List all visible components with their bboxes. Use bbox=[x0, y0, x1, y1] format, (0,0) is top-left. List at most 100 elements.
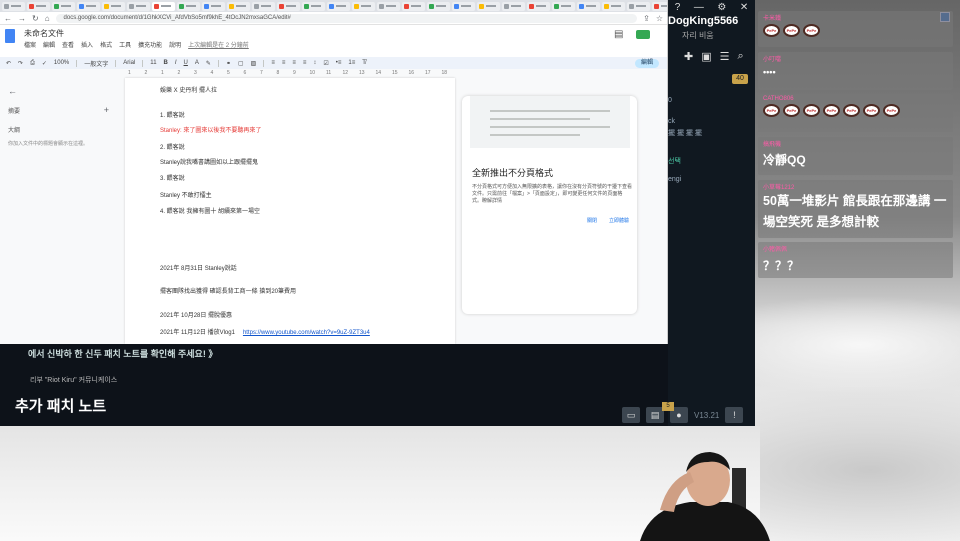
menu-tools[interactable]: 工具 bbox=[119, 40, 131, 49]
reload-icon[interactable]: ↻ bbox=[32, 14, 39, 23]
font-select[interactable]: Arial bbox=[123, 60, 135, 66]
add-friend-icon[interactable]: ✚ bbox=[684, 50, 693, 63]
doc-line[interactable]: Stanley: 來了圖來以後我不要聽再來了 bbox=[160, 125, 261, 134]
settings-icon[interactable]: ⚙ bbox=[717, 2, 726, 13]
add-summary-icon[interactable]: + bbox=[104, 105, 109, 115]
minimize-icon[interactable]: — bbox=[694, 2, 704, 13]
browser-tab[interactable] bbox=[127, 1, 150, 11]
checklist-icon[interactable]: ☑ bbox=[323, 60, 328, 67]
align-center-icon[interactable]: ≡ bbox=[282, 60, 286, 66]
clear-format-icon[interactable]: T̸ bbox=[362, 60, 366, 66]
menu-edit[interactable]: 編輯 bbox=[43, 40, 55, 49]
youtube-link[interactable]: https://www.youtube.com/watch?v=9uZ-9ZT3… bbox=[243, 330, 370, 336]
doc-line[interactable]: 2021年 11月12日 播放Vlog1 https://www.youtube.… bbox=[160, 327, 370, 336]
browser-tab[interactable] bbox=[527, 1, 550, 11]
menu-insert[interactable]: 插入 bbox=[81, 40, 93, 49]
help-icon[interactable]: ? bbox=[675, 2, 681, 13]
menu-extensions[interactable]: 擴充功能 bbox=[138, 40, 162, 49]
client-username[interactable]: DogKing5566 bbox=[668, 15, 755, 27]
doc-line[interactable]: Stanley 不敢打擂主 bbox=[160, 190, 212, 199]
browser-tab[interactable] bbox=[177, 1, 200, 11]
forward-icon[interactable]: → bbox=[18, 14, 26, 23]
italic-icon[interactable]: I bbox=[175, 60, 177, 66]
redo-icon[interactable]: ↷ bbox=[18, 60, 23, 67]
bookmark-star-icon[interactable]: ☆ bbox=[656, 14, 663, 23]
browser-tab[interactable] bbox=[252, 1, 275, 11]
comment-icon[interactable]: ▢ bbox=[238, 60, 244, 67]
browser-tab[interactable] bbox=[577, 1, 600, 11]
line-spacing-icon[interactable]: ↕ bbox=[313, 60, 316, 66]
font-size-input[interactable]: 11 bbox=[150, 60, 156, 66]
patch-headline[interactable]: 에서 신박하 한 신두 패치 노트를 확인해 주세요! 》 bbox=[28, 347, 217, 360]
browser-tab[interactable] bbox=[452, 1, 475, 11]
share-icon[interactable]: ⇪ bbox=[643, 14, 650, 23]
browser-tab[interactable] bbox=[602, 1, 625, 11]
zoom-select[interactable]: 100% bbox=[54, 60, 69, 66]
menu-format[interactable]: 格式 bbox=[100, 40, 112, 49]
align-right-icon[interactable]: ≡ bbox=[292, 60, 296, 66]
browser-tab[interactable] bbox=[552, 1, 575, 11]
browser-tab[interactable] bbox=[427, 1, 450, 11]
meet-icon[interactable] bbox=[636, 30, 650, 39]
align-left-icon[interactable]: ≡ bbox=[271, 60, 275, 66]
search-icon[interactable]: ⌕ bbox=[738, 50, 744, 63]
doc-line[interactable]: 4. 餵客說 我擁有圖十 胡續來第一場空 bbox=[160, 206, 260, 215]
browser-tab[interactable] bbox=[477, 1, 500, 11]
browser-tab[interactable] bbox=[52, 1, 75, 11]
justify-icon[interactable]: ≡ bbox=[303, 60, 307, 66]
doc-line[interactable]: 2021年 8月31日 Stanley說話 bbox=[160, 263, 237, 272]
numbered-list-icon[interactable]: 1≡ bbox=[348, 60, 355, 66]
link-icon[interactable]: ⚭ bbox=[226, 60, 231, 67]
browser-tab[interactable] bbox=[652, 1, 667, 11]
browser-tab[interactable] bbox=[377, 1, 400, 11]
document-page[interactable]: 娛樂 X 史丹利 擺人拉 1. 餵客說 Stanley: 來了圖來以後我不要聽再… bbox=[125, 78, 455, 344]
spellcheck-icon[interactable]: ✓ bbox=[42, 60, 47, 67]
browser-tab[interactable] bbox=[402, 1, 425, 11]
back-icon[interactable]: ← bbox=[4, 14, 12, 23]
bold-icon[interactable]: B bbox=[164, 60, 168, 66]
close-icon[interactable]: ✕ bbox=[740, 2, 748, 13]
chat-icon[interactable]: ▭ bbox=[622, 407, 640, 423]
browser-tab[interactable] bbox=[77, 1, 100, 11]
comment-history-icon[interactable]: ▤ bbox=[614, 29, 623, 40]
browser-tab[interactable] bbox=[202, 1, 225, 11]
doc-line[interactable]: 擺客團隊找出獲得 確認長背工商一條 搶到20筆費用 bbox=[160, 286, 296, 295]
menu-help[interactable]: 說明 bbox=[169, 40, 181, 49]
browser-tab[interactable] bbox=[502, 1, 525, 11]
promo-dismiss-button[interactable]: 關閉 bbox=[587, 217, 597, 224]
browser-tab[interactable] bbox=[352, 1, 375, 11]
browser-tab[interactable] bbox=[152, 1, 175, 11]
folder-icon[interactable]: ▣ bbox=[701, 50, 711, 63]
undo-icon[interactable]: ↶ bbox=[6, 60, 11, 67]
list-icon[interactable]: ☰ bbox=[720, 50, 730, 63]
menu-view[interactable]: 查看 bbox=[62, 40, 74, 49]
image-icon[interactable]: ▨ bbox=[251, 60, 257, 67]
browser-tab[interactable] bbox=[27, 1, 50, 11]
browser-tab[interactable] bbox=[102, 1, 125, 11]
doc-line[interactable]: 3. 餵客說 bbox=[160, 173, 185, 182]
doc-line[interactable]: Stanley說我嘴書講圖如以上跟擺擺鬼 bbox=[160, 157, 258, 166]
patch-title[interactable]: 추가 패치 노트 bbox=[15, 395, 106, 416]
browser-tab[interactable] bbox=[302, 1, 325, 11]
browser-tab[interactable] bbox=[327, 1, 350, 11]
highlight-icon[interactable]: ✎ bbox=[206, 60, 211, 67]
browser-tab[interactable] bbox=[227, 1, 250, 11]
doc-line[interactable]: 1. 餵客說 bbox=[160, 110, 185, 119]
editing-mode-button[interactable]: 編輯 bbox=[634, 58, 659, 68]
browser-tab[interactable] bbox=[627, 1, 650, 11]
doc-line[interactable]: 娛樂 X 史丹利 擺人拉 bbox=[160, 85, 217, 94]
doc-line[interactable]: 2021年 10月28日 擺脫優惠 bbox=[160, 310, 232, 319]
browser-tab[interactable] bbox=[277, 1, 300, 11]
back-arrow-icon[interactable]: ← bbox=[8, 86, 113, 96]
style-select[interactable]: 一般文字 bbox=[84, 59, 108, 68]
underline-icon[interactable]: U bbox=[184, 60, 188, 66]
home-icon[interactable]: ⌂ bbox=[45, 14, 50, 23]
browser-tab[interactable] bbox=[2, 1, 25, 11]
alert-icon[interactable]: ! bbox=[725, 407, 744, 423]
url-field[interactable]: docs.google.com/document/d/1GhkXCVi_AfdV… bbox=[55, 13, 638, 23]
doc-line[interactable]: 2. 餵客說 bbox=[160, 142, 185, 151]
text-color-icon[interactable]: A bbox=[195, 60, 199, 66]
document-title[interactable]: 未命名文件 bbox=[24, 28, 64, 39]
menu-file[interactable]: 檔案 bbox=[24, 40, 36, 49]
bullet-list-icon[interactable]: •≡ bbox=[336, 60, 342, 66]
